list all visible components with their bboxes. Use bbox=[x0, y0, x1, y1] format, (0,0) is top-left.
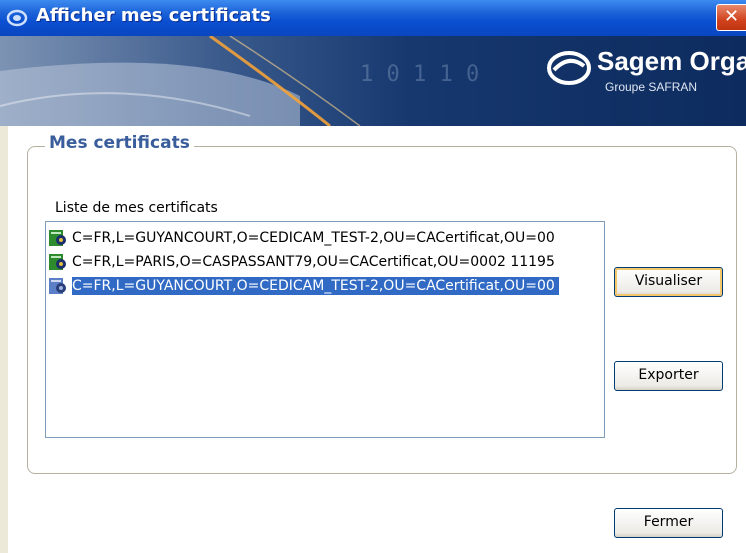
certificate-list-item-selected[interactable]: C=FR,L=GUYANCOURT,O=CEDICAM_TEST-2,OU=CA… bbox=[48, 275, 604, 297]
brand-name: Sagem Orga bbox=[597, 46, 746, 76]
visualiser-button[interactable]: Visualiser bbox=[614, 267, 723, 297]
close-button[interactable]: ✕ bbox=[716, 4, 746, 31]
window-title: Afficher mes certificats bbox=[36, 5, 271, 26]
certificate-name: C=FR,L=PARIS,O=CASPASSANT79,OU=CACertifi… bbox=[72, 254, 555, 270]
certificate-list-item[interactable]: C=FR,L=GUYANCOURT,O=CEDICAM_TEST-2,OU=CA… bbox=[48, 227, 604, 249]
svg-text:1 0 1 1 0: 1 0 1 1 0 bbox=[360, 62, 479, 87]
title-bar[interactable]: Afficher mes certificats ✕ bbox=[0, 0, 746, 36]
certificate-list[interactable]: C=FR,L=GUYANCOURT,O=CEDICAM_TEST-2,OU=CA… bbox=[45, 221, 605, 438]
app-icon bbox=[6, 9, 28, 27]
certificate-name: C=FR,L=GUYANCOURT,O=CEDICAM_TEST-2,OU=CA… bbox=[72, 230, 555, 246]
header-banner: 1 0 1 1 0 Sagem Orga Groupe SAFRAN bbox=[0, 36, 746, 126]
certificate-list-item[interactable]: C=FR,L=PARIS,O=CASPASSANT79,OU=CACertifi… bbox=[48, 251, 604, 273]
group-title: Mes certificats bbox=[45, 133, 194, 153]
sagem-logo-icon bbox=[547, 51, 591, 85]
certificate-icon bbox=[49, 278, 66, 294]
certificate-icon bbox=[49, 254, 66, 270]
certificate-list-label: Liste de mes certificats bbox=[55, 200, 218, 216]
brand-subtitle: Groupe SAFRAN bbox=[605, 80, 698, 94]
exporter-button[interactable]: Exporter bbox=[614, 361, 723, 391]
certificate-icon bbox=[49, 230, 66, 246]
certificate-name: C=FR,L=GUYANCOURT,O=CEDICAM_TEST-2,OU=CA… bbox=[72, 277, 559, 295]
dialog-window: Afficher mes certificats ✕ 1 0 1 1 0 Sag… bbox=[0, 0, 746, 553]
fermer-button[interactable]: Fermer bbox=[614, 508, 723, 538]
